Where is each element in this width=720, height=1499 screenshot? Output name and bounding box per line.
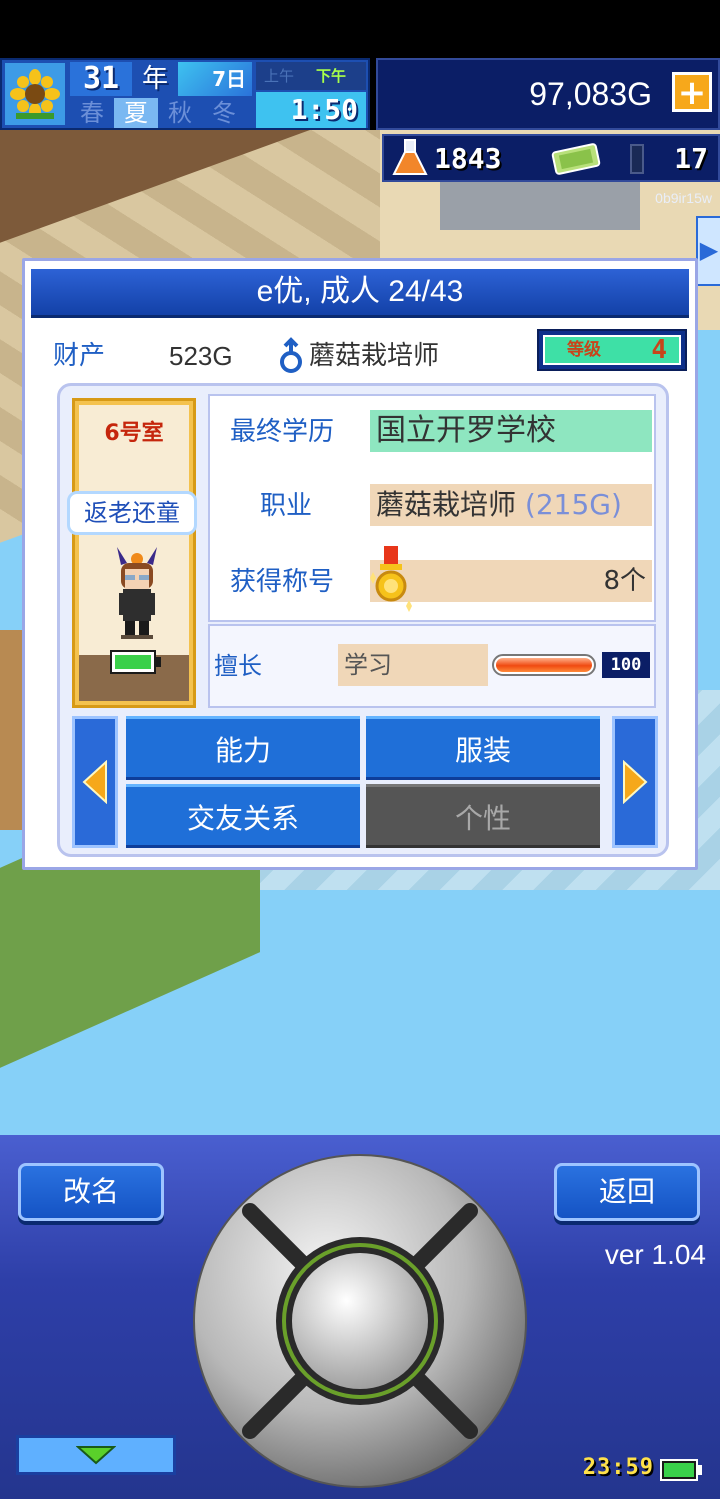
pm-label: 下午 — [316, 67, 347, 85]
energy-battery-icon — [109, 649, 163, 675]
detail-frame: 6号室 返老还童 最终学历 国立开罗学校 职业 蘑菇栽培师 (215G) 获得称… — [57, 383, 669, 857]
top-hud: 31 年 7日 春 夏 秋 冬 上午 下午 1:50 97,083G + — [0, 58, 720, 130]
level-value: 4 — [651, 335, 667, 365]
skill-progress-bar — [492, 654, 596, 676]
tab-friends[interactable]: 交友关系 — [126, 784, 360, 848]
male-icon — [279, 337, 303, 375]
season-winter: 冬 — [212, 99, 236, 127]
room-name: 6号室 — [104, 421, 164, 446]
battery-icon — [660, 1459, 704, 1481]
season-summer: 夏 — [114, 98, 158, 128]
game-clock: 1:50 — [256, 92, 366, 128]
job-value-field: 蘑菇栽培师 (215G) — [370, 484, 652, 526]
skill-box: 擅长 学习 100 — [208, 624, 656, 708]
job-summary: 蘑菇栽培师 — [309, 341, 440, 371]
menu-toggle-button[interactable] — [16, 1435, 176, 1475]
add-money-button[interactable]: + — [672, 72, 712, 112]
skill-label: 擅长 — [214, 652, 262, 680]
year-value: 31 — [70, 62, 132, 96]
directional-pad[interactable] — [192, 1153, 528, 1489]
tab-personality[interactable]: 个性 — [366, 784, 600, 848]
job-label: 职业 — [260, 491, 313, 521]
skill-progress-fill — [496, 658, 592, 672]
rename-button[interactable]: 改名 — [18, 1163, 164, 1221]
season-spring: 春 — [80, 99, 104, 127]
tab-ability[interactable]: 能力 — [126, 716, 360, 780]
skill-number: 100 — [602, 652, 650, 678]
tab-costume[interactable]: 服装 — [366, 716, 600, 780]
side-expand-button[interactable]: ▶ — [696, 216, 720, 286]
character-avatar — [107, 541, 167, 641]
asset-label: 财产 — [53, 341, 106, 371]
education-label: 最终学历 — [230, 417, 335, 447]
version-label: ver 1.04 — [604, 1239, 706, 1270]
chevron-down-icon — [76, 1446, 116, 1465]
calendar-box[interactable]: 31 年 7日 春 夏 秋 冬 上午 下午 1:50 — [0, 58, 370, 130]
chevron-left-icon — [82, 760, 107, 804]
room-card: 6号室 返老还童 — [67, 398, 197, 708]
year-unit: 年 — [141, 64, 168, 94]
job-value: 蘑菇栽培师 — [376, 488, 517, 521]
medal-icon — [366, 546, 416, 622]
character-panel: e优, 成人 24/43 财产 523G 蘑菇栽培师 等级 4 6号室 返老还童… — [22, 258, 698, 870]
level-badge: 等级 4 — [537, 329, 687, 371]
trait-bubble: 返老还童 — [67, 491, 197, 535]
flask-icon — [390, 138, 430, 178]
job-salary: (215G) — [524, 488, 622, 521]
system-clock: 23:59 — [582, 1455, 654, 1480]
titles-label: 获得称号 — [230, 567, 335, 597]
month-value: 7日 — [178, 62, 252, 96]
money-box: 97,083G + — [376, 58, 720, 130]
chevron-right-icon — [623, 760, 648, 804]
am-pm-indicator: 上午 下午 — [256, 62, 366, 90]
research-points: 1843 — [434, 142, 502, 175]
education-value: 国立开罗学校 — [370, 410, 652, 452]
previous-character-button[interactable] — [72, 716, 118, 848]
sunflower-icon — [5, 63, 65, 125]
am-label: 上午 — [264, 67, 295, 85]
skill-value: 学习 — [338, 644, 488, 686]
next-character-button[interactable] — [612, 716, 658, 848]
ticket-count: 17 — [674, 142, 708, 175]
level-label: 等级 — [567, 340, 601, 360]
season-autumn: 秋 — [168, 99, 192, 127]
panel-title: e优, 成人 24/43 — [31, 269, 689, 318]
control-area: 改名 返回 ver 1.04 23:59 — [0, 1135, 720, 1499]
ticket-icon — [550, 142, 602, 176]
back-button[interactable]: 返回 — [554, 1163, 700, 1221]
resource-bar: 1843 17 — [382, 134, 720, 182]
watermark: 0b9ir15w — [655, 190, 712, 206]
money-value: 97,083G — [529, 76, 652, 112]
bookmark-icon — [630, 144, 644, 174]
asset-value: 523G — [169, 341, 233, 371]
info-box: 最终学历 国立开罗学校 职业 蘑菇栽培师 (215G) 获得称号 8个 — [208, 394, 656, 622]
